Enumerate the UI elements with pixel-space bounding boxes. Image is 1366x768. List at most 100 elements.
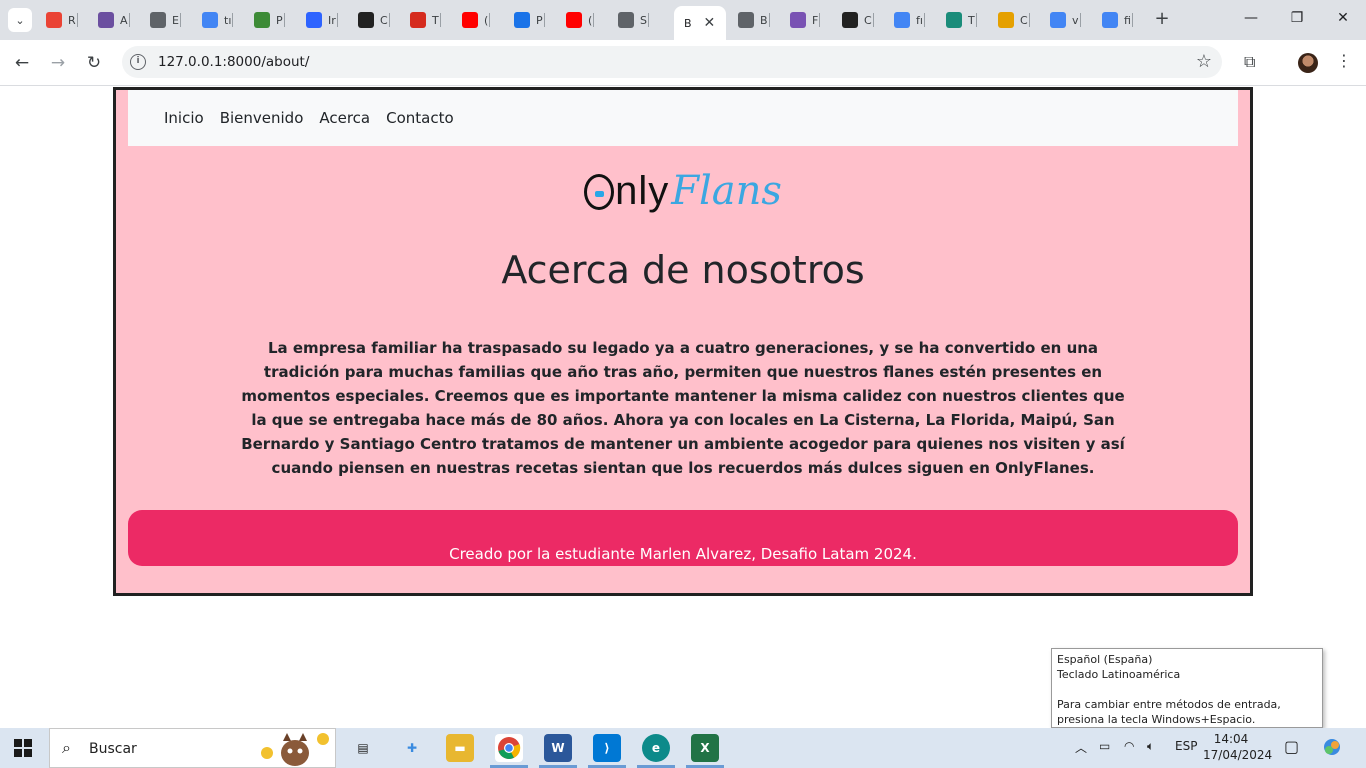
about-paragraph: La empresa familiar ha traspasado su leg… [241,339,1125,477]
tab-label: C [864,13,872,27]
nav-link-bienvenido[interactable]: Bienvenido [220,109,304,127]
widgets-icon[interactable]: ✚ [398,734,426,762]
tab-separator [1131,13,1133,27]
nav-link-contacto[interactable]: Contacto [386,109,454,127]
tab-label: ( [588,13,593,27]
tab-separator [489,13,491,27]
forward-button[interactable]: → [47,52,69,74]
browser-tab[interactable]: R [46,6,78,34]
logo-flans-text: Flans [671,168,782,214]
chrome-icon[interactable] [495,734,523,762]
tab-label: B [684,16,692,30]
logo-flan-icon [584,173,615,210]
info-icon[interactable]: i [130,54,146,70]
tab-separator [768,13,770,27]
tab-separator [1079,13,1081,27]
tab-separator [593,13,595,27]
ime-language: Español (España) [1057,653,1153,666]
tab-separator [923,13,925,27]
clock[interactable]: 14:04 17/04/2024 [1203,731,1273,763]
browser-tab[interactable]: C [998,6,1030,34]
tab-separator [232,13,234,27]
new-tab-button[interactable]: + [1152,8,1172,29]
browser-tab[interactable]: T [946,6,977,34]
copilot-icon[interactable] [1322,737,1342,760]
browser-tab[interactable]: T [410,6,441,34]
google-icon [1102,12,1118,28]
youtube-icon [566,12,582,28]
task-view-icon[interactable]: ▤ [349,734,377,762]
google-icon [894,12,910,28]
tab-label: v [1072,13,1079,27]
close-icon[interactable]: ✕ [704,15,716,31]
browser-tab[interactable]: F [790,6,821,34]
taskbar-search[interactable]: ⌕ Buscar [49,728,336,768]
file-explorer-icon[interactable]: ▬ [446,734,474,762]
code-icon [254,12,270,28]
windows-start-icon[interactable] [14,739,32,757]
page-viewport: Inicio Bienvenido Acerca Contacto nly Fl… [0,87,1366,728]
bookmark-star-icon[interactable]: ☆ [1196,51,1212,72]
tab-separator [872,13,874,27]
ime-hint: Para cambiar entre métodos de entrada, p… [1057,698,1281,726]
vscode-icon[interactable]: ⟩ [593,734,621,762]
tab-separator [819,13,821,27]
word-icon[interactable]: W [544,734,572,762]
notifications-icon[interactable]: ▢ [1284,737,1299,756]
input-method-tooltip: Español (España) Teclado Latinoamérica P… [1051,648,1323,728]
edge-icon[interactable]: e [642,734,670,762]
tab-separator [283,13,285,27]
avatar[interactable] [1298,53,1318,73]
tab-active[interactable]: B ✕ [674,6,726,40]
language-indicator[interactable]: ESP [1175,739,1197,753]
browser-toolbar: ← → ↻ i 127.0.0.1:8000/about/ ☆ [0,40,1366,86]
chevron-down-icon[interactable]: ⌄ [8,8,32,32]
browser-tab[interactable]: A [98,6,130,34]
extensions-icon[interactable]: ⧉ [1244,52,1255,72]
restore-button[interactable]: ❐ [1287,10,1307,26]
tab-separator [388,13,390,27]
browser-tab[interactable]: fi [1102,6,1133,34]
browser-tab[interactable]: tı [202,6,234,34]
browser-tab[interactable]: C [358,6,390,34]
browser-tab[interactable]: P [514,6,545,34]
tab-label: R [68,13,76,27]
tab-label: fı [916,13,923,27]
taskbar: ⌕ Buscar ▤ ✚ ▬ W ⟩ e X ︿ ▭ ◠ 🔈︎ ESP 14:04 17/0… [0,728,1366,768]
logo-only-text: nly [615,169,670,213]
wifi-icon[interactable]: ◠ [1124,739,1134,753]
nav-link-inicio[interactable]: Inicio [164,109,204,127]
browser-tab[interactable]: B [738,6,770,34]
ime-keyboard: Teclado Latinoamérica [1057,668,1181,681]
codepen-icon [842,12,858,28]
browser-tab[interactable]: v [1050,6,1081,34]
globe-icon [738,12,754,28]
app-icon [98,12,114,28]
browser-tab[interactable]: Ir [306,6,338,34]
clock-date: 17/04/2024 [1203,748,1273,762]
search-icon: ⌕ [62,738,71,757]
volume-icon[interactable]: 🔈︎ [1147,739,1154,754]
browser-tab[interactable]: C [842,6,874,34]
battery-icon[interactable]: ▭ [1099,739,1110,753]
github-icon [358,12,374,28]
chevron-up-icon[interactable]: ︿ [1075,739,1087,756]
reload-button[interactable]: ↻ [83,52,105,74]
site-logo: nly Flans [116,168,1250,214]
browser-tab[interactable]: fı [894,6,925,34]
tab-label: P [276,13,283,27]
tab-label: T [432,13,439,27]
browser-tab[interactable]: P [254,6,285,34]
url-text[interactable]: 127.0.0.1:8000/about/ [158,54,309,70]
minimize-button[interactable]: — [1241,10,1261,26]
back-button[interactable]: ← [11,52,33,74]
browser-tab[interactable]: ( [566,6,595,34]
browser-tab[interactable]: ( [462,6,491,34]
nav-link-acerca[interactable]: Acerca [319,109,370,127]
excel-icon[interactable]: X [691,734,719,762]
close-window-button[interactable]: ✕ [1333,10,1353,26]
browser-tab[interactable]: S [618,6,649,34]
menu-icon[interactable]: ⋮ [1336,51,1352,70]
browser-tab[interactable]: E [150,6,181,34]
address-bar[interactable]: i 127.0.0.1:8000/about/ ☆ [122,46,1222,78]
